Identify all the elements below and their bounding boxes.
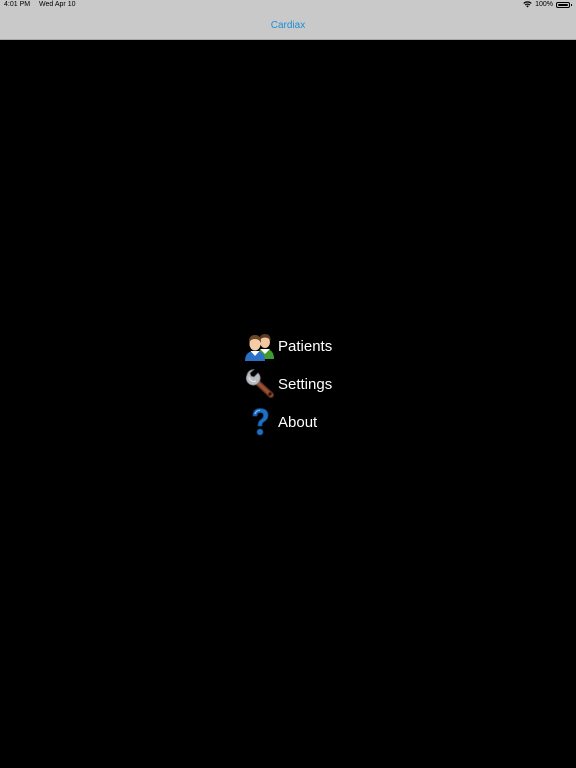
- app-screen: 4:01 PM Wed Apr 10 100% Cardiax Patients…: [0, 0, 576, 768]
- status-right: 100%: [523, 1, 572, 8]
- status-left: 4:01 PM Wed Apr 10: [4, 1, 82, 8]
- status-time: 4:01 PM: [4, 1, 31, 8]
- nav-title: Cardiax: [270, 20, 306, 31]
- menu-item-settings[interactable]: Settings: [244, 369, 332, 399]
- status-date: Wed Apr 10: [39, 1, 76, 8]
- battery-icon: [556, 1, 572, 8]
- menu-label-about: About: [278, 413, 318, 431]
- status-bar: 4:01 PM Wed Apr 10 100%: [0, 0, 576, 12]
- menu-item-about[interactable]: About: [244, 407, 332, 437]
- menu-label-settings: Settings: [278, 375, 333, 393]
- patients-icon: [245, 334, 274, 361]
- battery-percent: 100%: [535, 1, 553, 8]
- menu-item-patients[interactable]: Patients: [244, 331, 332, 361]
- navigation-bar: Cardiax: [0, 12, 576, 40]
- question-icon: [252, 408, 269, 436]
- wrench-icon: [245, 369, 274, 398]
- main-menu: Patients Settings About: [244, 331, 332, 445]
- wifi-icon: [523, 1, 532, 8]
- menu-label-patients: Patients: [278, 337, 333, 355]
